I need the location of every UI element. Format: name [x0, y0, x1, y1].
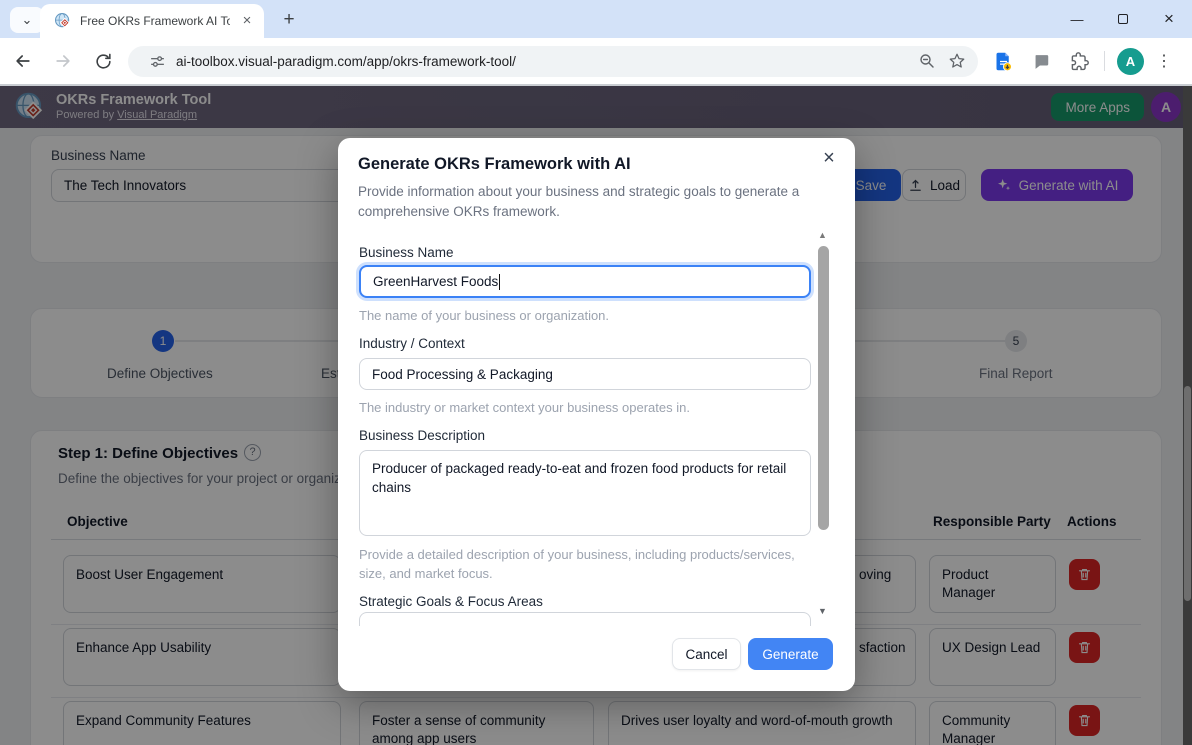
window-minimize-button[interactable]: —: [1054, 12, 1100, 27]
modal-description: Provide information about your business …: [358, 182, 810, 223]
modal-business-name-label: Business Name: [359, 245, 454, 260]
zoom-out-icon[interactable]: [916, 50, 938, 72]
toolbar-separator: [1104, 51, 1105, 71]
window-maximize-button[interactable]: [1100, 12, 1146, 27]
window-close-button[interactable]: ×: [1146, 9, 1192, 29]
modal-title: Generate OKRs Framework with AI: [358, 155, 631, 174]
browser-profile-avatar[interactable]: A: [1117, 48, 1144, 75]
page-viewport: OKRs Framework Tool Powered by Visual Pa…: [0, 86, 1192, 745]
address-bar[interactable]: ai-toolbox.visual-paradigm.com/app/okrs-…: [128, 46, 978, 77]
modal-close-icon[interactable]: ×: [817, 146, 841, 170]
reload-button[interactable]: [86, 44, 120, 78]
modal-business-description-helper: Provide a detailed description of your b…: [359, 546, 811, 584]
modal-industry-helper: The industry or market context your busi…: [359, 399, 811, 418]
browser-menu-icon[interactable]: ⋮: [1154, 51, 1174, 71]
tab-search-chevron-icon[interactable]: ⌄: [10, 7, 44, 33]
tab-title: Free OKRs Framework AI Tool | V: [80, 14, 230, 28]
new-tab-button[interactable]: +: [276, 7, 302, 33]
maximize-icon: [1118, 14, 1128, 24]
feedback-bubble-icon[interactable]: [1028, 48, 1054, 74]
generate-okrs-modal: × Generate OKRs Framework with AI Provid…: [338, 138, 855, 691]
browser-toolbar: ai-toolbox.visual-paradigm.com/app/okrs-…: [0, 38, 1192, 86]
url-text: ai-toolbox.visual-paradigm.com/app/okrs-…: [176, 54, 908, 69]
bookmark-star-icon[interactable]: [946, 50, 968, 72]
extensions-puzzle-icon[interactable]: [1066, 48, 1092, 74]
doc-download-extension-icon[interactable]: [990, 48, 1016, 74]
text-caret: [499, 274, 500, 290]
browser-window: ⌄ Free OKRs Framework AI Tool | V × + — …: [0, 0, 1192, 745]
modal-business-name-value: GreenHarvest Foods: [373, 274, 498, 289]
modal-scrollbar-thumb[interactable]: [818, 246, 829, 530]
modal-scroll-up-icon[interactable]: ▲: [818, 230, 827, 240]
modal-business-name-helper: The name of your business or organizatio…: [359, 307, 811, 326]
modal-strategic-goals-textarea[interactable]: [359, 612, 811, 626]
generate-button[interactable]: Generate: [748, 638, 833, 670]
modal-industry-input[interactable]: [359, 358, 811, 390]
modal-scroll-down-icon[interactable]: ▼: [818, 606, 827, 616]
modal-industry-label: Industry / Context: [359, 336, 465, 351]
site-settings-icon[interactable]: [146, 50, 168, 72]
modal-strategic-goals-label: Strategic Goals & Focus Areas: [359, 594, 543, 609]
modal-business-description-textarea[interactable]: Producer of packaged ready-to-eat and fr…: [359, 450, 811, 536]
window-controls: — ×: [1054, 0, 1192, 38]
cancel-button[interactable]: Cancel: [672, 638, 741, 670]
modal-business-name-input[interactable]: GreenHarvest Foods: [359, 265, 811, 298]
forward-button[interactable]: [46, 44, 80, 78]
tab-strip: ⌄ Free OKRs Framework AI Tool | V × + — …: [0, 0, 1192, 38]
back-button[interactable]: [6, 44, 40, 78]
modal-business-description-label: Business Description: [359, 428, 485, 443]
browser-tab[interactable]: Free OKRs Framework AI Tool | V ×: [40, 4, 264, 38]
site-favicon-icon: [54, 12, 72, 30]
tab-close-icon[interactable]: ×: [238, 12, 256, 30]
